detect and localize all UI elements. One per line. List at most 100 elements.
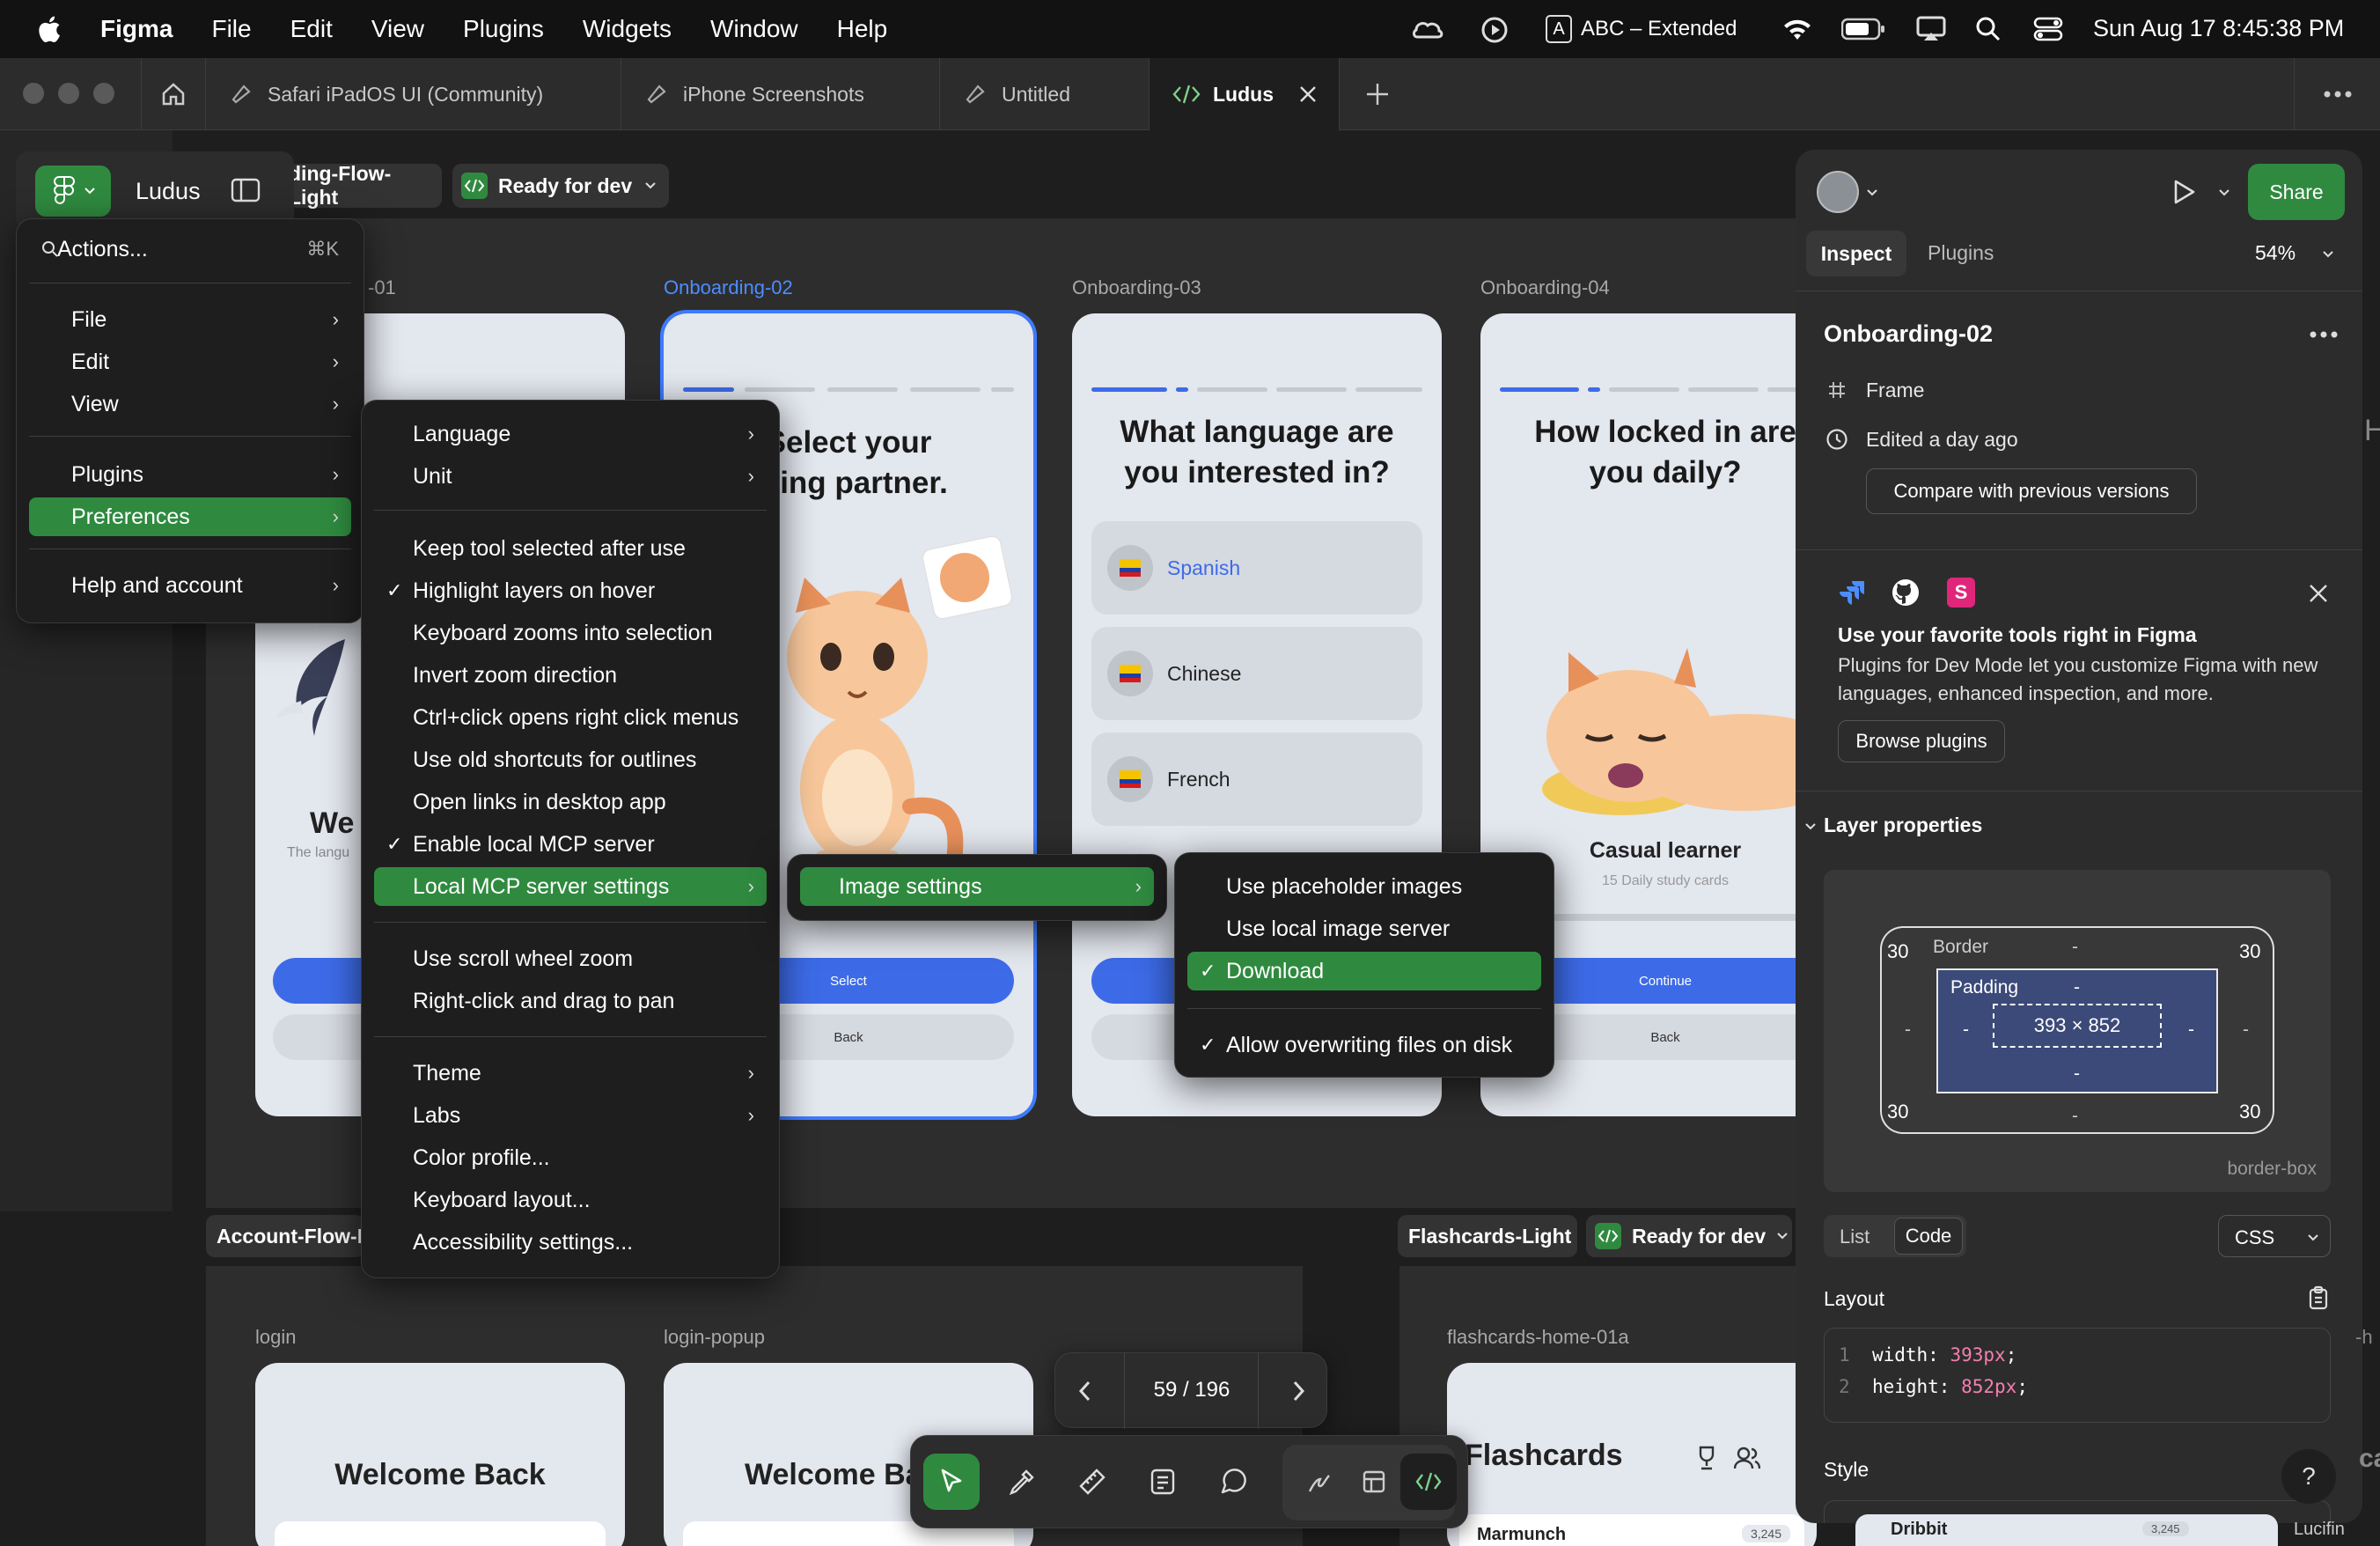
copy-clipboard-icon[interactable]: [2308, 1285, 2329, 1310]
pref-invert-zoom[interactable]: Invert zoom direction: [374, 656, 767, 695]
menubar-edit[interactable]: Edit: [290, 15, 333, 43]
slides-mode-button[interactable]: [1346, 1454, 1402, 1510]
more-options-icon[interactable]: [2310, 331, 2338, 338]
compare-versions-button[interactable]: Compare with previous versions: [1866, 468, 2197, 514]
screen-mirroring-icon[interactable]: [1915, 14, 1947, 44]
segment-list[interactable]: List: [1840, 1226, 1869, 1248]
control-center-icon[interactable]: [2033, 16, 2063, 42]
previous-frame-icon[interactable]: [1076, 1379, 1094, 1403]
menu-item-help-account[interactable]: Help and account ›: [29, 566, 351, 605]
tab-plugins[interactable]: Plugins: [1928, 241, 1994, 265]
more-tabs-button[interactable]: [2294, 58, 2380, 130]
language-select[interactable]: CSS: [2218, 1215, 2331, 1257]
pref-accessibility[interactable]: Accessibility settings...: [374, 1223, 767, 1262]
home-tab[interactable]: [141, 58, 206, 130]
apple-icon[interactable]: [35, 14, 62, 44]
frame-label-04[interactable]: Onboarding-04: [1480, 276, 1610, 299]
menu-item-plugins[interactable]: Plugins ›: [29, 455, 351, 494]
pref-scroll-wheel-zoom[interactable]: Use scroll wheel zoom: [374, 939, 767, 978]
image-allow-overwrite-option[interactable]: ✓ Allow overwriting files on disk: [1187, 1026, 1541, 1064]
window-zoom-button[interactable]: [93, 83, 114, 104]
pref-keyboard-layout[interactable]: Keyboard layout...: [374, 1181, 767, 1219]
menubar-widgets[interactable]: Widgets: [583, 15, 672, 43]
annotate-tool-button[interactable]: [1135, 1454, 1191, 1510]
tab-untitled[interactable]: Untitled: [940, 58, 1150, 130]
tab-iphone-screenshots[interactable]: iPhone Screenshots: [621, 58, 940, 130]
comment-tool-button[interactable]: [1205, 1454, 1261, 1510]
color-picker-tool-button[interactable]: [994, 1454, 1050, 1510]
flashcards-chip[interactable]: Flashcards-Light: [1398, 1215, 1577, 1257]
pref-old-shortcuts[interactable]: Use old shortcuts for outlines: [374, 740, 767, 779]
share-button[interactable]: Share: [2248, 164, 2345, 220]
frame-label-02[interactable]: Onboarding-02: [664, 276, 793, 299]
dev-mode-button[interactable]: [1400, 1454, 1457, 1510]
pref-mcp-settings[interactable]: Local MCP server settings ›: [374, 867, 767, 906]
menubar-clock[interactable]: Sun Aug 17 8:45:38 PM: [2093, 15, 2344, 42]
frame-label-01[interactable]: -01: [368, 276, 396, 299]
layer-properties-header[interactable]: Layer properties: [1824, 813, 1982, 837]
frame-label-login-popup[interactable]: login-popup: [664, 1326, 765, 1349]
section-name-chip[interactable]: ding-Flow-Light: [289, 162, 442, 209]
ready-for-dev-chip[interactable]: Ready for dev: [452, 164, 669, 208]
mcp-image-settings[interactable]: Image settings ›: [800, 867, 1154, 906]
menubar-file[interactable]: File: [211, 15, 251, 43]
account-flow-chip[interactable]: Account-Flow-I: [206, 1215, 364, 1257]
pref-keep-tool-selected[interactable]: Keep tool selected after use: [374, 529, 767, 568]
close-tab-icon[interactable]: [1298, 85, 1318, 104]
present-play-icon[interactable]: [2171, 178, 2197, 206]
tab-inspect[interactable]: Inspect: [1806, 231, 1906, 276]
sidebar-toggle-icon[interactable]: [231, 178, 261, 202]
file-name[interactable]: Ludus: [136, 178, 201, 205]
zoom-level[interactable]: 54%: [2255, 241, 2296, 265]
pref-unit[interactable]: Unit ›: [374, 457, 767, 496]
browse-plugins-button[interactable]: Browse plugins: [1838, 720, 2005, 762]
image-placeholder-option[interactable]: Use placeholder images: [1187, 867, 1541, 906]
input-source-label[interactable]: ABC – Extended: [1581, 17, 1737, 41]
segment-code[interactable]: Code: [1894, 1218, 1963, 1255]
pref-open-links-desktop[interactable]: Open links in desktop app: [374, 783, 767, 821]
close-icon[interactable]: [2308, 583, 2329, 604]
window-close-button[interactable]: [23, 83, 44, 104]
pref-language[interactable]: Language ›: [374, 415, 767, 453]
new-tab-plus-icon[interactable]: [1364, 81, 1391, 107]
menu-item-file[interactable]: File ›: [29, 300, 351, 339]
wifi-icon[interactable]: [1781, 16, 1813, 42]
frame-label-03[interactable]: Onboarding-03: [1072, 276, 1201, 299]
frame-label-login[interactable]: login: [255, 1326, 296, 1349]
next-frame-icon[interactable]: [1289, 1379, 1307, 1403]
main-menu-button[interactable]: [35, 166, 111, 217]
frame-flashcards-home[interactable]: Flashcards Marmunch 3,245: [1447, 1363, 1817, 1546]
menubar-help[interactable]: Help: [837, 15, 888, 43]
menubar-view[interactable]: View: [371, 15, 424, 43]
pref-labs[interactable]: Labs ›: [374, 1096, 767, 1135]
image-local-server-option[interactable]: Use local image server: [1187, 909, 1541, 948]
app-menu-figma[interactable]: Figma: [100, 15, 173, 43]
menu-item-edit[interactable]: Edit ›: [29, 342, 351, 381]
tab-safari-ipados[interactable]: Safari iPadOS UI (Community): [206, 58, 621, 130]
chevron-down-icon[interactable]: [2218, 188, 2230, 197]
play-circle-icon[interactable]: [1480, 16, 1509, 44]
pref-enable-mcp[interactable]: ✓ Enable local MCP server: [374, 825, 767, 864]
pref-highlight-layers[interactable]: ✓ Highlight layers on hover: [374, 571, 767, 610]
pref-color-profile[interactable]: Color profile...: [374, 1138, 767, 1177]
layout-code-block[interactable]: 1 width: 393px; 2 height: 852px;: [1824, 1328, 2331, 1423]
move-tool-button[interactable]: [923, 1454, 980, 1510]
creative-cloud-icon[interactable]: [1412, 14, 1445, 44]
frame-label-flashcards[interactable]: flashcards-home-01a: [1447, 1326, 1629, 1349]
frame-login[interactable]: Welcome Back: [255, 1363, 625, 1546]
window-minimize-button[interactable]: [58, 83, 79, 104]
battery-icon[interactable]: [1841, 18, 1885, 40]
help-button[interactable]: ?: [2281, 1449, 2336, 1504]
image-download-option[interactable]: ✓ Download: [1187, 952, 1541, 990]
spotlight-search-icon[interactable]: [1975, 16, 2002, 42]
pref-theme[interactable]: Theme ›: [374, 1054, 767, 1093]
chevron-down-icon[interactable]: [1866, 188, 1878, 197]
menu-item-preferences[interactable]: Preferences ›: [29, 497, 351, 536]
pref-right-click-pan[interactable]: Right-click and drag to pan: [374, 982, 767, 1020]
menu-item-view[interactable]: View ›: [29, 385, 351, 423]
tab-ludus[interactable]: Ludus: [1150, 58, 1340, 130]
chevron-down-icon[interactable]: [2322, 250, 2334, 259]
flashcards-ready-chip[interactable]: Ready for dev: [1586, 1215, 1792, 1257]
input-source-badge[interactable]: A: [1546, 15, 1572, 43]
menubar-plugins[interactable]: Plugins: [463, 15, 544, 43]
